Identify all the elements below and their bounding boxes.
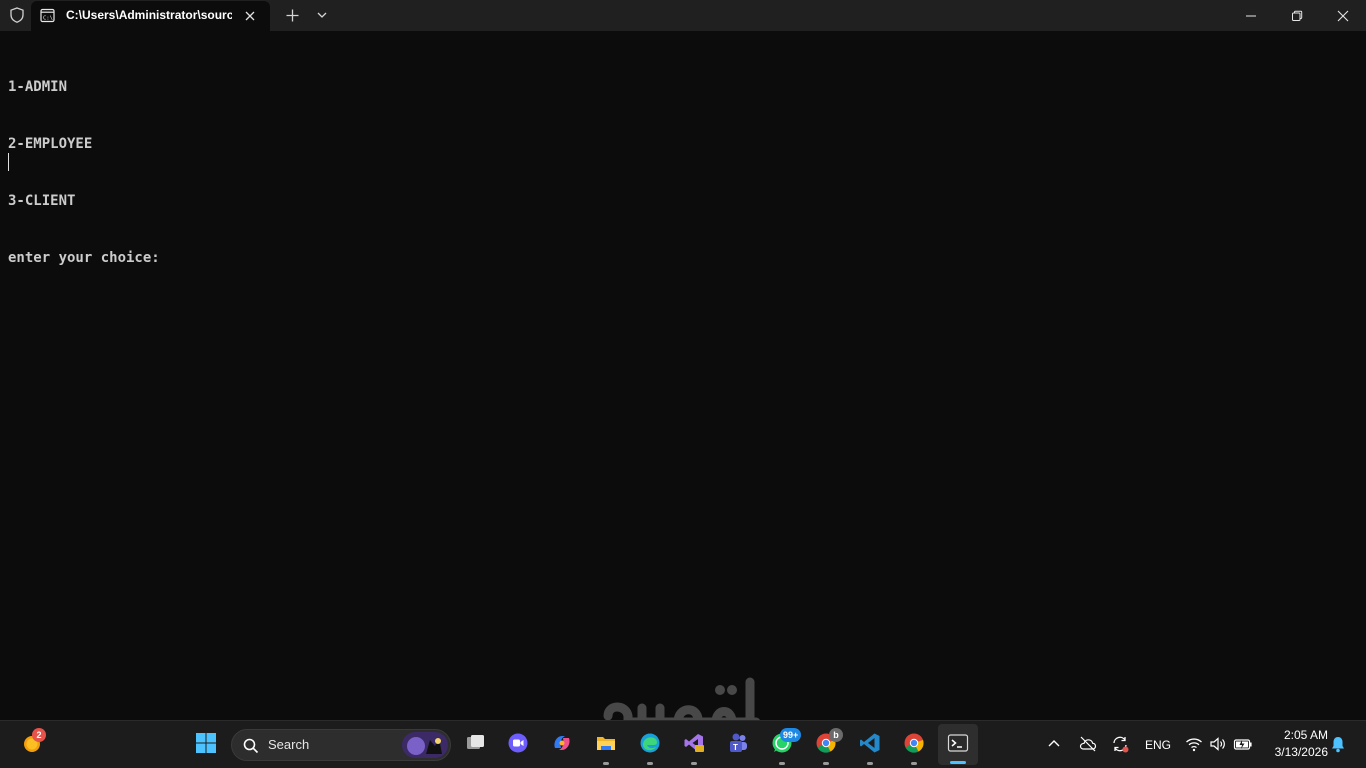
teams-icon: T <box>730 733 747 752</box>
running-indicator <box>779 762 785 765</box>
widgets-badge: 2 <box>32 728 46 742</box>
minimize-icon <box>1246 15 1256 17</box>
search-label: Search <box>268 737 310 752</box>
shield-icon[interactable] <box>8 6 26 24</box>
notification-badge: 99+ <box>780 728 802 742</box>
taskbar-file-explorer[interactable] <box>586 721 626 768</box>
clock[interactable]: 2:05 AM 3/13/2026 <box>1262 727 1328 761</box>
tab-terminal[interactable]: C:\ C:\Users\Administrator\source <box>31 1 270 31</box>
tab-title: C:\Users\Administrator\source <box>66 8 232 22</box>
bell-icon <box>1332 737 1344 753</box>
taskbar-search[interactable]: Search <box>231 729 451 761</box>
onedrive-status[interactable] <box>1072 721 1104 768</box>
console-line: 3-CLIENT <box>8 193 76 209</box>
terminal-icon <box>947 734 969 752</box>
running-indicator <box>647 762 653 765</box>
chrome-icon <box>904 733 924 753</box>
input-language[interactable]: ENG <box>1145 738 1171 752</box>
taskbar-edge[interactable] <box>630 721 670 768</box>
console-line: enter your choice: <box>8 250 160 266</box>
title-bar: C:\ C:\Users\Administrator\source <box>0 0 1366 31</box>
network-status[interactable] <box>1182 721 1206 768</box>
edge-icon <box>640 733 660 753</box>
sync-status[interactable] <box>1104 721 1136 768</box>
taskbar-chrome[interactable] <box>894 721 934 768</box>
taskbar-meet-app[interactable] <box>498 721 538 768</box>
taskbar-chrome-profile[interactable]: b <box>806 721 846 768</box>
console-output: 1-ADMIN 2-EMPLOYEE 3-CLIENT enter your c… <box>8 40 160 306</box>
console-line: 1-ADMIN <box>8 79 68 95</box>
copilot-icon <box>554 736 570 750</box>
windows-icon <box>196 733 216 753</box>
taskbar-terminal[interactable] <box>938 724 978 765</box>
taskbar-whatsapp[interactable]: 99+ <box>762 721 802 768</box>
maximize-button[interactable] <box>1274 0 1320 31</box>
terminal-icon: C:\ <box>40 8 55 23</box>
clock-date: 3/13/2026 <box>1274 745 1328 759</box>
plus-icon[interactable] <box>283 6 302 25</box>
restore-icon <box>1292 10 1303 21</box>
taskbar: 2 Search T 99+ b ENG 2:05 AM 3/13/2026 <box>0 720 1366 768</box>
chevron-up-icon <box>1048 740 1060 747</box>
running-indicator <box>691 762 697 765</box>
taskbar-visual-studio[interactable] <box>674 721 714 768</box>
show-hidden-icons-button[interactable] <box>1036 721 1072 768</box>
taskbar-vscode[interactable] <box>850 721 890 768</box>
running-indicator <box>603 762 609 765</box>
task-view-button[interactable] <box>455 721 495 768</box>
visual-studio-icon <box>684 734 704 752</box>
taskbar-teams[interactable]: T <box>718 721 758 768</box>
wifi-icon <box>1186 738 1202 752</box>
folder-icon <box>597 737 615 750</box>
search-highlight-image <box>402 732 448 758</box>
video-call-icon <box>508 733 528 753</box>
battery-charging-icon <box>1233 739 1252 750</box>
console-area[interactable]: 1-ADMIN 2-EMPLOYEE 3-CLIENT enter your c… <box>0 31 1366 720</box>
svg-text:T: T <box>733 743 738 752</box>
search-icon <box>243 738 259 758</box>
sync-icon <box>1113 736 1129 753</box>
close-icon <box>1337 10 1349 22</box>
widgets-button[interactable]: 2 <box>12 721 52 768</box>
running-indicator <box>823 762 829 765</box>
console-line: 2-EMPLOYEE <box>8 136 93 152</box>
svg-text:C:\: C:\ <box>43 16 53 22</box>
cloud-off-icon <box>1079 736 1097 752</box>
battery-status[interactable] <box>1230 721 1256 768</box>
running-indicator <box>867 762 873 765</box>
running-indicator <box>911 762 917 765</box>
taskbar-copilot[interactable] <box>542 721 582 768</box>
start-button[interactable] <box>186 721 226 768</box>
task-view-icon <box>467 735 484 749</box>
close-button[interactable] <box>1320 0 1366 31</box>
active-indicator <box>950 761 966 764</box>
minimize-button[interactable] <box>1228 0 1274 31</box>
vscode-icon <box>860 733 880 753</box>
close-icon[interactable] <box>241 7 259 25</box>
chevron-down-icon[interactable] <box>313 6 331 24</box>
clock-time: 2:05 AM <box>1283 728 1328 742</box>
volume-status[interactable] <box>1206 721 1230 768</box>
notifications-button[interactable] <box>1326 721 1350 768</box>
text-cursor <box>8 153 9 171</box>
profile-badge: b <box>829 728 843 742</box>
speaker-icon <box>1210 737 1225 751</box>
